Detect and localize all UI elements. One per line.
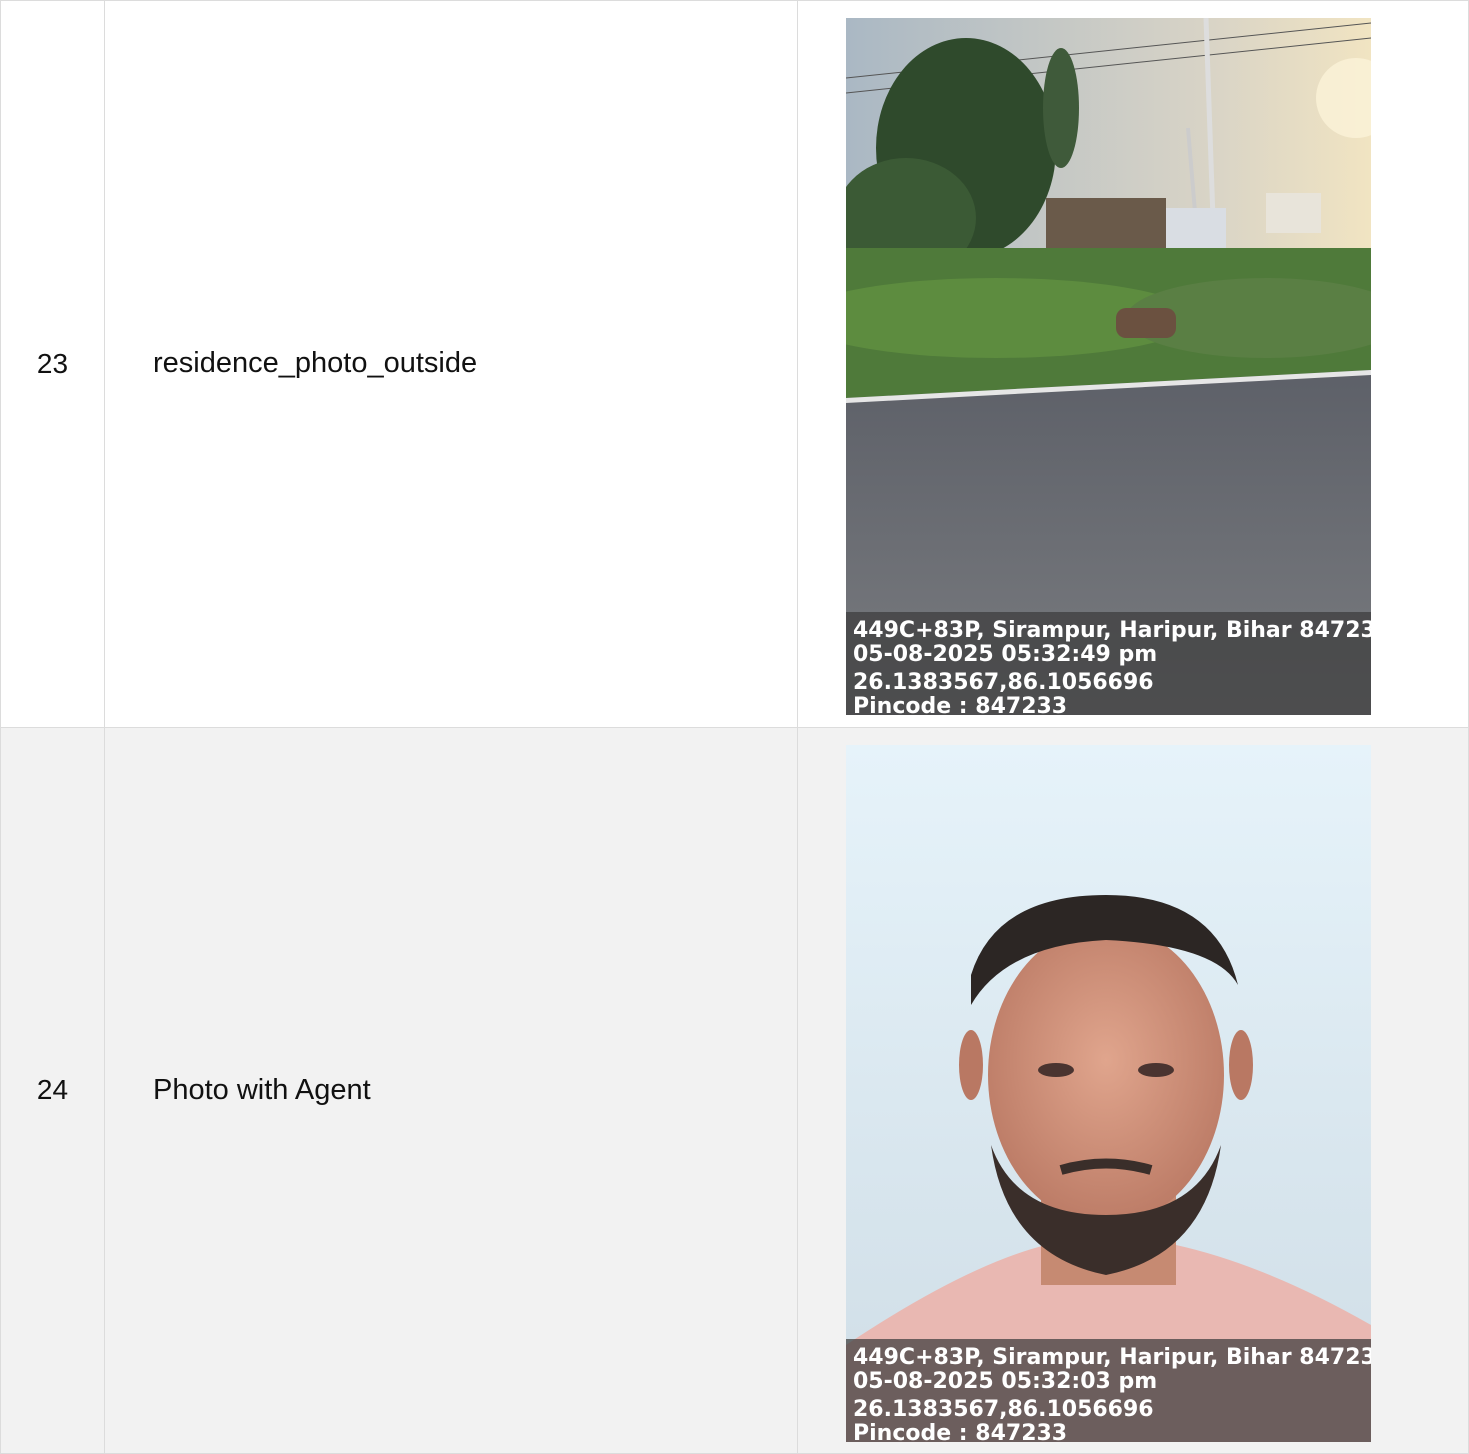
stamp-coordinates: 26.1383567,86.1056696 — [853, 670, 1154, 695]
row-label: residence_photo_outside — [104, 0, 798, 728]
row-number: 23 — [0, 0, 105, 728]
agent-photo[interactable]: 449C+83P, Sirampur, Haripur, Bihar 84723… — [846, 744, 1371, 1442]
stamp-address: 449C+83P, Sirampur, Haripur, Bihar 84723… — [853, 618, 1371, 643]
stamp-coordinates: 26.1383567,86.1056696 — [853, 1396, 1154, 1422]
photo-table: 23 residence_photo_outside 449C+83P, Sir… — [0, 0, 1469, 1454]
residence-photo[interactable]: 449C+83P, Sirampur, Haripur, Bihar 84723… — [846, 18, 1371, 715]
row-number: 24 — [0, 726, 105, 1454]
stamp-datetime: 05-08-2025 05:32:49 pm — [853, 642, 1158, 667]
photo-cell: 449C+83P, Sirampur, Haripur, Bihar 84723… — [797, 0, 1469, 728]
stamp-pincode: Pincode : 847233 — [853, 694, 1068, 716]
stamp-datetime: 05-08-2025 05:32:03 pm — [853, 1368, 1158, 1394]
stamp-address: 449C+83P, Sirampur, Haripur, Bihar 84723… — [853, 1344, 1371, 1370]
table-row: 24 Photo with Agent 449C+83P, Sirampur, … — [0, 726, 1469, 1454]
photo-location-stamp: 449C+83P, Sirampur, Haripur, Bihar 84723… — [846, 612, 1371, 715]
agent-photo-image — [846, 744, 1371, 1442]
row-label: Photo with Agent — [104, 726, 798, 1454]
residence-photo-image — [846, 18, 1371, 715]
photo-cell: 449C+83P, Sirampur, Haripur, Bihar 84723… — [797, 726, 1469, 1454]
stamp-pincode: Pincode : 847233 — [853, 1420, 1068, 1442]
table-row: 23 residence_photo_outside 449C+83P, Sir… — [0, 0, 1469, 728]
photo-location-stamp: 449C+83P, Sirampur, Haripur, Bihar 84723… — [846, 1338, 1371, 1442]
